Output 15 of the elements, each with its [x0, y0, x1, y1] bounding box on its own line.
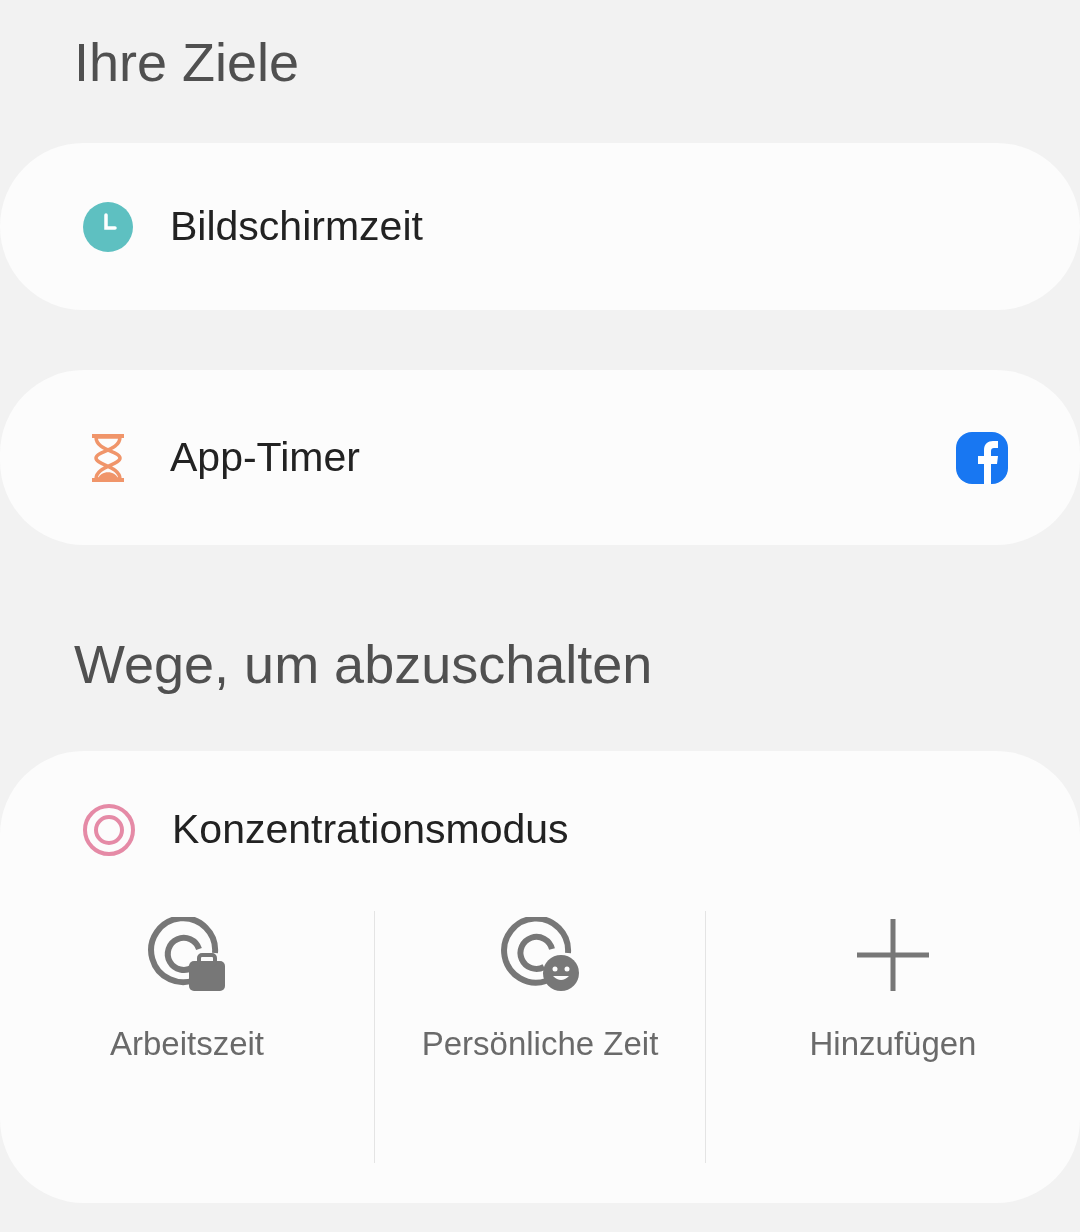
target-smiley-icon: [500, 916, 580, 993]
focus-mode-label[interactable]: Konzentrationsmodus: [172, 799, 569, 861]
plus-icon: [855, 916, 931, 993]
goal-card[interactable]: Bildschirmzeit: [0, 143, 1080, 310]
mode-button[interactable]: Persönliche Zeit: [375, 910, 705, 1163]
clock-icon: [82, 200, 134, 253]
target-icon: [82, 802, 136, 857]
section-heading: Wege, um abzuschalten: [73, 633, 654, 696]
goal-label: Bildschirmzeit: [170, 201, 423, 251]
goal-card[interactable]: App-Timer: [0, 370, 1080, 545]
mode-button[interactable]: Arbeitszeit: [0, 910, 374, 1163]
mode-button[interactable]: Hinzufügen: [706, 910, 1080, 1163]
section-heading: Ihre Ziele: [73, 31, 301, 94]
goal-label: App-Timer: [170, 432, 360, 482]
target-briefcase-icon: [147, 916, 227, 993]
